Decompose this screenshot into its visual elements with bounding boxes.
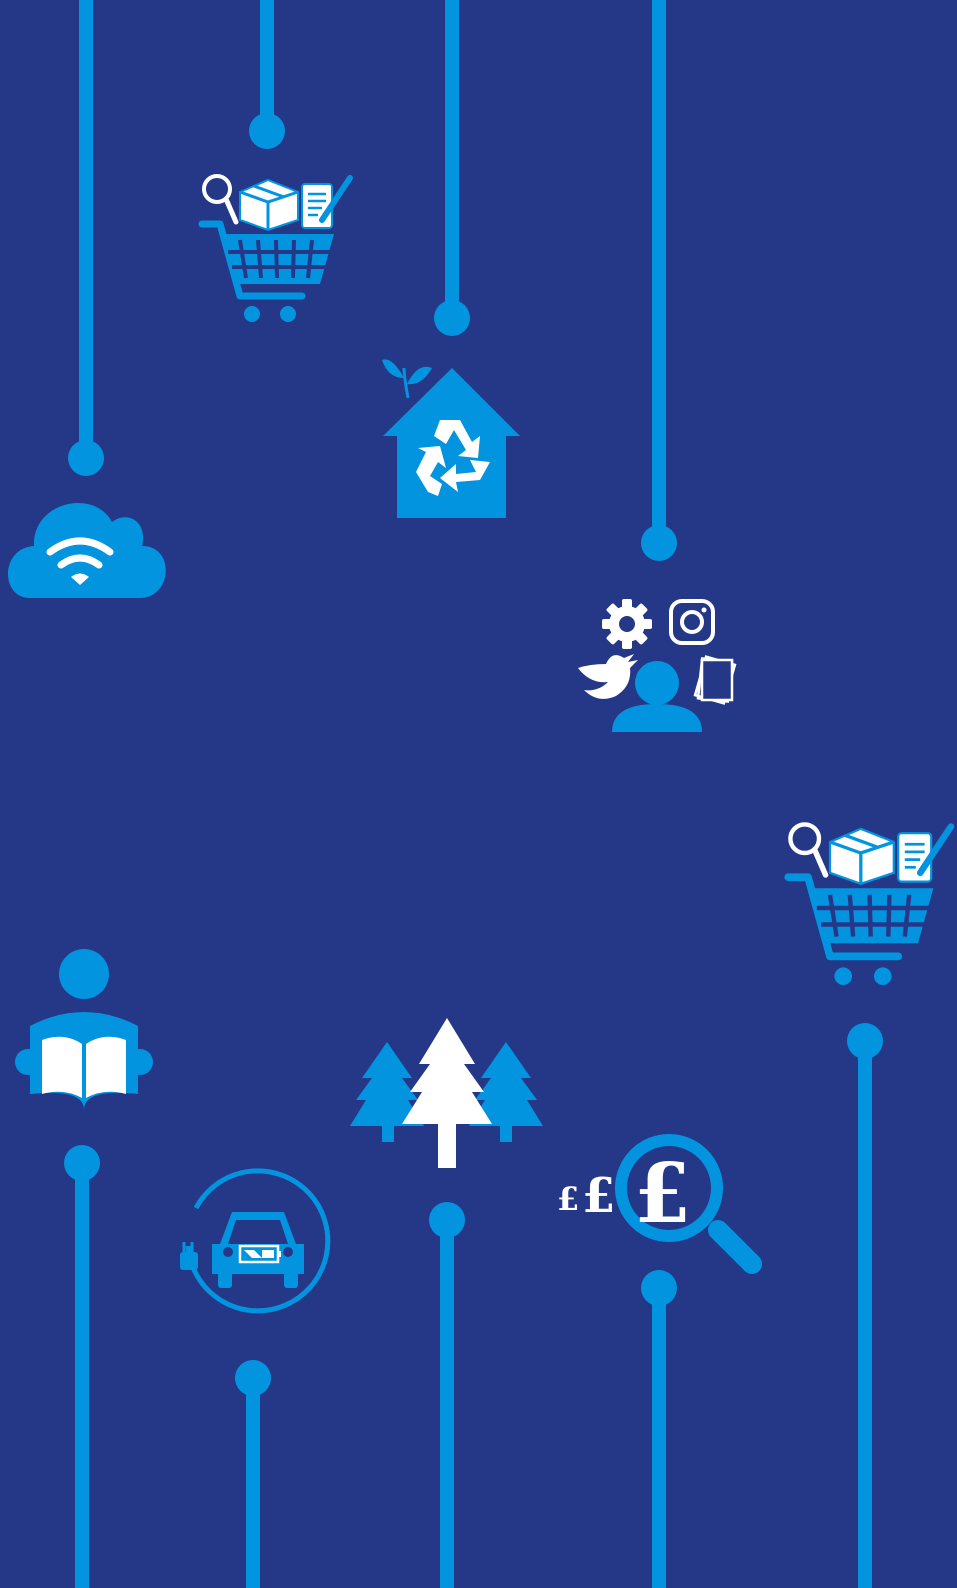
connector-lines xyxy=(64,0,883,1588)
cloud-wifi-icon xyxy=(7,503,166,598)
instagram-icon xyxy=(669,599,715,645)
social-media-icon xyxy=(578,599,737,732)
person-body xyxy=(612,704,702,732)
price-search-icon: £ £ £ xyxy=(557,1134,762,1274)
reading-person-icon xyxy=(15,949,153,1110)
decorative-background: £ £ £ xyxy=(7,0,957,1588)
shopping-cart-icon xyxy=(202,176,350,322)
twitter-icon xyxy=(578,654,638,699)
pound-sign-small: £ xyxy=(557,1180,579,1218)
electric-car-icon xyxy=(180,1168,331,1314)
recycling-house-icon xyxy=(382,359,520,518)
person-head xyxy=(635,661,679,705)
gear-icon xyxy=(602,599,652,649)
documents-icon xyxy=(693,655,737,705)
pound-sign-medium: £ xyxy=(582,1168,615,1224)
pound-sign-large: £ xyxy=(634,1146,691,1242)
pine-trees-icon xyxy=(350,1018,543,1168)
shopping-cart-icon xyxy=(788,824,951,985)
